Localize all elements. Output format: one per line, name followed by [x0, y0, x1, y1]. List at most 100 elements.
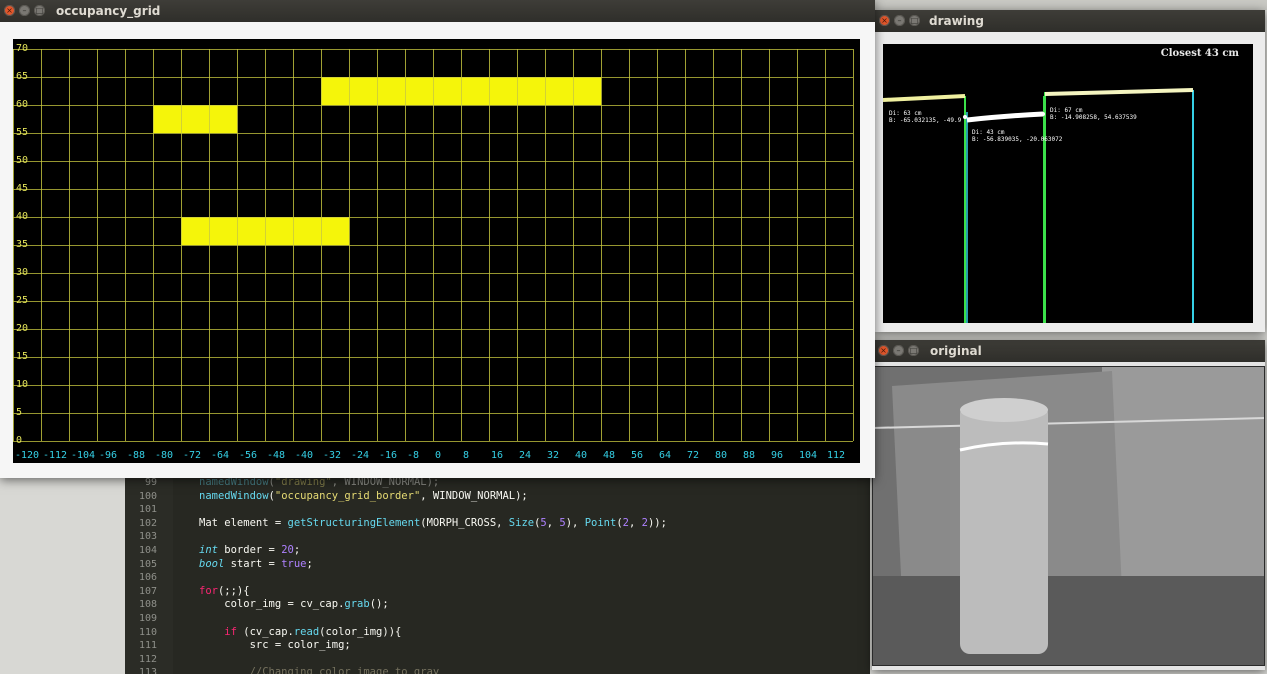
window-title: drawing	[929, 14, 984, 28]
x-tick-label: 24	[519, 450, 532, 461]
camera-scene	[872, 366, 1265, 666]
x-tick-label: -72	[183, 450, 202, 461]
y-tick-label: 65	[16, 71, 29, 82]
y-tick-label: 10	[16, 379, 29, 390]
close-icon[interactable]: ×	[878, 345, 889, 356]
occupancy-grid-window[interactable]: × – □ occupancy_grid 70 65 60 55 50 45 40 35 30 2…	[0, 0, 875, 478]
maximize-icon[interactable]: □	[34, 5, 45, 16]
line-number: 110	[138, 626, 157, 638]
object-label: Di: 67 cm B: -14.908258, 54.637539	[1050, 107, 1137, 121]
y-tick-label: 45	[16, 183, 29, 194]
line-number: 109	[138, 613, 157, 624]
line-number: 101	[138, 504, 157, 516]
x-tick-label: 112	[827, 450, 846, 461]
code-line[interactable]: namedWindow("occupancy_grid_border", WIN…	[199, 490, 528, 504]
line-number: 104	[138, 545, 157, 556]
x-tick-label: 32	[547, 450, 560, 461]
x-tick-label: -16	[379, 450, 398, 461]
x-tick-label: -104	[71, 450, 96, 461]
grid-lines	[13, 49, 854, 442]
close-icon[interactable]: ×	[879, 15, 890, 26]
drawing-titlebar[interactable]: × – □ drawing	[875, 10, 1265, 32]
y-tick-label: 25	[16, 295, 29, 306]
code-line[interactable]: Mat element = getStructuringElement(MORP…	[199, 517, 667, 531]
x-tick-label: -120	[15, 450, 40, 461]
y-tick-label: 60	[16, 99, 29, 110]
occupied-cell-block	[181, 217, 349, 245]
x-tick-label: -48	[267, 450, 286, 461]
y-tick-label: 70	[16, 43, 29, 54]
code-line[interactable]: src = color_img;	[199, 639, 351, 653]
code-line[interactable]: namedWindow("drawing", WINDOW_NORMAL);	[199, 476, 439, 490]
minimize-icon[interactable]: –	[893, 345, 904, 356]
detection-drawing	[883, 88, 1194, 323]
code-line[interactable]: if (cv_cap.read(color_img)){	[199, 626, 401, 640]
closest-distance-label: Closest 43 cm	[1160, 48, 1239, 59]
object-label: Di: 63 cm B: -65.032135, -49.9	[889, 110, 962, 124]
minimize-icon[interactable]: –	[894, 15, 905, 26]
x-tick-label: -96	[99, 450, 118, 461]
line-number: 105	[138, 558, 157, 570]
line-number: 111	[138, 640, 157, 652]
camera-image	[872, 366, 1265, 666]
window-title: occupancy_grid	[56, 4, 161, 18]
x-tick-label: -88	[127, 450, 146, 461]
drawing-canvas: Closest 43 cm Di: 63 cm B: -65.032135, -…	[883, 44, 1253, 323]
x-tick-label: 64	[659, 450, 672, 461]
original-titlebar[interactable]: × – □ original	[872, 340, 1265, 362]
code-line[interactable]: color_img = cv_cap.grab();	[199, 598, 388, 612]
code-line[interactable]: int border = 20;	[199, 544, 300, 558]
drawing-window[interactable]: × – □ drawing Closest 43 cm Di: 63 cm B:…	[875, 10, 1265, 332]
line-number-gutter: 99 100 101 102 103 104 105 106 107 108 109 110 111 11…	[125, 470, 173, 674]
x-tick-label: -24	[351, 450, 370, 461]
x-tick-label: -80	[155, 450, 174, 461]
code-line[interactable]: //Changing color image to gray	[199, 666, 440, 674]
occupancy-grid-titlebar[interactable]: × – □ occupancy_grid	[0, 0, 875, 22]
code-editor[interactable]: 99 100 101 102 103 104 105 106 107 108 109 110 111 11…	[125, 470, 870, 674]
x-tick-label: 56	[631, 450, 644, 461]
line-number: 106	[138, 572, 157, 584]
x-tick-label: -64	[211, 450, 230, 461]
maximize-icon[interactable]: □	[908, 345, 919, 356]
line-number: 113	[138, 667, 157, 674]
y-tick-label: 55	[16, 127, 29, 138]
x-tick-label: 96	[771, 450, 784, 461]
occupancy-grid-canvas: 70 65 60 55 50 45 40 35 30 25 20 15 10 5 0 -120 -112 -10…	[13, 39, 860, 463]
x-tick-label: 0	[435, 450, 442, 461]
code-line[interactable]: for(;;){	[199, 585, 250, 599]
close-icon[interactable]: ×	[4, 5, 15, 16]
y-tick-label: 15	[16, 351, 29, 362]
x-tick-label: 104	[799, 450, 818, 461]
line-number: 107	[138, 585, 157, 597]
original-window[interactable]: × – □ original	[872, 340, 1265, 670]
line-number: 102	[138, 517, 157, 529]
line-number: 99	[144, 477, 157, 488]
line-number: 100	[138, 490, 157, 502]
maximize-icon[interactable]: □	[909, 15, 920, 26]
x-tick-label: 88	[743, 450, 756, 461]
x-tick-label: -8	[407, 450, 420, 461]
object-label: Di: 43 cm B: -56.839035, -20.063072	[972, 129, 1063, 143]
occupied-cell-block	[153, 105, 237, 133]
x-tick-label: -40	[295, 450, 314, 461]
x-tick-label: 8	[463, 450, 470, 461]
y-tick-label: 20	[16, 323, 29, 334]
line-number: 103	[138, 531, 157, 543]
y-tick-label: 0	[16, 435, 23, 446]
y-tick-label: 30	[16, 267, 29, 278]
minimize-icon[interactable]: –	[19, 5, 30, 16]
y-tick-label: 50	[16, 155, 29, 166]
x-tick-label: 16	[491, 450, 504, 461]
window-title: original	[930, 344, 982, 358]
x-tick-label: -112	[43, 450, 68, 461]
x-tick-label: 80	[715, 450, 728, 461]
line-number: 112	[138, 653, 157, 665]
code-line[interactable]: bool start = true;	[199, 558, 313, 572]
y-tick-label: 35	[16, 239, 29, 250]
y-tick-label: 5	[16, 407, 23, 418]
x-tick-label: -32	[323, 450, 342, 461]
occupied-cell-block	[321, 77, 601, 105]
x-tick-label: 48	[603, 450, 616, 461]
x-tick-label: -56	[239, 450, 258, 461]
x-tick-label: 40	[575, 450, 588, 461]
